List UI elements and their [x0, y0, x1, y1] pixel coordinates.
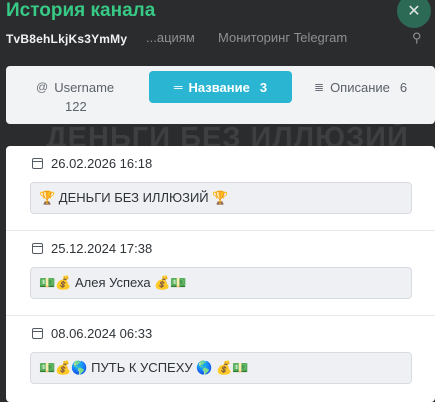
entry-date: 26.02.2026 16:18: [32, 156, 152, 171]
calendar-icon: [32, 243, 43, 254]
at-icon: @: [36, 80, 49, 94]
entry-name: 💵💰 Алея Успеха 💰💵: [30, 267, 412, 299]
tab-count: 3: [259, 79, 268, 95]
close-icon: ✕: [407, 3, 421, 20]
tab-name[interactable]: ═ Название 3: [149, 71, 292, 103]
entry-date-text: 08.06.2024 06:33: [51, 326, 153, 341]
tab-label: Username: [54, 79, 115, 95]
list-item: 26.02.2026 16:18 🏆 ДЕНЬГИ БЕЗ ИЛЛЮЗИЙ 🏆: [6, 146, 435, 231]
background-nav-item: Мониторинг Telegram: [218, 30, 348, 45]
entry-date-text: 26.02.2026 16:18: [51, 156, 153, 171]
entry-name: 💵💰🌎 ПУТЬ К УСПЕХУ 🌎 💰💵: [30, 352, 412, 384]
description-icon: ≣: [314, 80, 325, 94]
entry-date: 25.12.2024 17:38: [32, 241, 152, 256]
pin-icon: ⚲: [412, 30, 422, 45]
entry-date: 08.06.2024 06:33: [32, 326, 152, 341]
calendar-icon: [32, 158, 43, 169]
entry-name: 🏆 ДЕНЬГИ БЕЗ ИЛЛЮЗИЙ 🏆: [30, 182, 412, 214]
history-list: 26.02.2026 16:18 🏆 ДЕНЬГИ БЕЗ ИЛЛЮЗИЙ 🏆 …: [6, 146, 435, 402]
name-icon: ═: [173, 80, 183, 94]
tab-label: Название: [188, 79, 250, 95]
tab-description[interactable]: ≣ Описание 6: [314, 71, 407, 103]
list-item: 25.12.2024 17:38 💵💰 Алея Успеха 💰💵: [6, 231, 435, 316]
history-tabs: @ Username 122 ═ Название 3 ≣ Описание 6: [6, 66, 435, 124]
channel-id: TvB8ehLkjKs3YmMy: [6, 32, 128, 46]
tab-count: 122: [65, 99, 87, 114]
calendar-icon: [32, 328, 43, 339]
tab-count: 6: [399, 79, 408, 95]
modal-title: История канала: [6, 0, 156, 21]
entry-date-text: 25.12.2024 17:38: [51, 241, 153, 256]
list-item: 08.06.2024 06:33 💵💰🌎 ПУТЬ К УСПЕХУ 🌎 💰💵: [6, 316, 435, 401]
background-nav-item: ...ациям: [146, 30, 195, 45]
tab-label: Описание: [330, 79, 390, 95]
